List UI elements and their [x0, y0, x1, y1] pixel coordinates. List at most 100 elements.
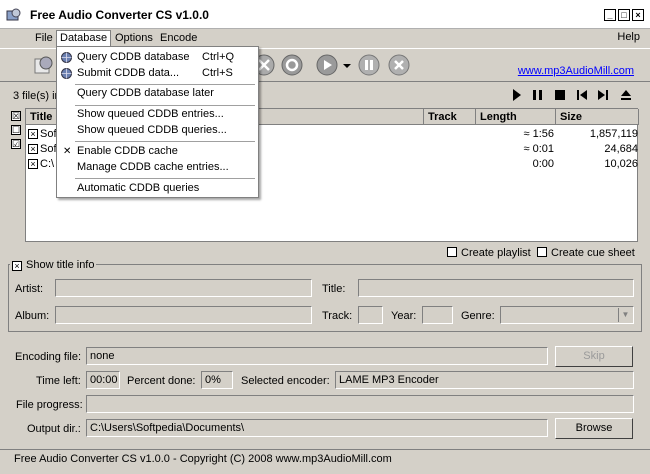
create-playlist-label: Create playlist [461, 247, 531, 259]
play-track-icon[interactable] [510, 88, 524, 102]
globe-icon [61, 52, 72, 63]
menu-item-submit-cddb[interactable]: Submit CDDB data... Ctrl+S [57, 65, 258, 82]
play-dropdown-icon[interactable] [343, 62, 351, 70]
stop-icon[interactable] [387, 53, 411, 77]
file-progress-label: File progress: [16, 399, 83, 411]
column-length[interactable]: Length [476, 109, 556, 125]
menu-item-enable-cache[interactable]: ✕ Enable CDDB cache [57, 143, 258, 160]
uncheck-all-checkbox[interactable]: ☐ [11, 125, 21, 135]
stop-track-icon[interactable] [553, 88, 567, 102]
add-files-icon[interactable] [32, 53, 56, 77]
percent-done-label: Percent done: [127, 375, 196, 387]
app-icon [6, 8, 21, 21]
check-all-checkbox[interactable]: ☒ [11, 111, 21, 121]
year-label: Year: [391, 310, 417, 322]
menu-item-label: Manage CDDB cache entries... [77, 161, 229, 173]
row-length: ≈ 1:56 [523, 128, 554, 140]
row-size: 10,026 [604, 158, 638, 170]
create-cuesheet-checkbox[interactable] [537, 247, 547, 257]
menu-encode[interactable]: Encode [157, 31, 200, 45]
play-icon[interactable] [315, 53, 339, 77]
menu-item-query-later[interactable]: Query CDDB database later [57, 85, 258, 102]
chevron-down-icon[interactable]: ▼ [618, 308, 632, 322]
browse-button[interactable]: Browse [555, 418, 633, 439]
menu-options[interactable]: Options [112, 31, 156, 45]
percent-done-field: 0% [201, 371, 233, 389]
row-title: Sof [40, 128, 57, 140]
pause-icon[interactable] [357, 53, 381, 77]
menu-item-queued-queries[interactable]: Show queued CDDB queries... [57, 122, 258, 139]
window-title: Free Audio Converter CS v1.0.0 [30, 8, 209, 22]
row-title: Sof [40, 143, 57, 155]
time-left-field: 00:00 [86, 371, 120, 389]
genre-label: Genre: [461, 310, 495, 322]
column-size[interactable]: Size [556, 109, 639, 125]
output-dir-label: Output dir.: [27, 423, 81, 435]
database-menu: Query CDDB database Ctrl+Q Submit CDDB d… [56, 46, 259, 198]
settings-gear-icon[interactable] [280, 53, 304, 77]
artist-field[interactable] [55, 279, 312, 297]
checkmark-icon: ✕ [63, 146, 72, 157]
row-size: 1,857,119 [589, 128, 638, 140]
create-playlist-option[interactable]: Create playlist [447, 247, 531, 259]
website-link[interactable]: www.mp3AudioMill.com [518, 65, 634, 77]
encoding-file-field: none [86, 347, 548, 365]
menu-item-queued-entries[interactable]: Show queued CDDB entries... [57, 106, 258, 123]
file-progress-bar [86, 395, 634, 413]
menu-item-manage-cache[interactable]: Manage CDDB cache entries... [57, 159, 258, 176]
row-checkbox[interactable]: × [28, 129, 38, 139]
status-text: Free Audio Converter CS v1.0.0 - Copyrig… [14, 453, 392, 465]
year-field[interactable] [422, 306, 453, 324]
status-bar: Free Audio Converter CS v1.0.0 - Copyrig… [0, 449, 650, 469]
genre-select[interactable]: ▼ [500, 306, 634, 324]
menu-item-label: Automatic CDDB queries [77, 182, 200, 194]
album-label: Album: [15, 310, 50, 322]
menu-file[interactable]: File [32, 31, 56, 45]
row-length: ≈ 0:01 [523, 143, 554, 155]
title-bar: Free Audio Converter CS v1.0.0 _ □ × [0, 0, 650, 29]
minimize-button[interactable]: _ [604, 9, 616, 21]
show-title-info-label: Show title info [26, 259, 95, 271]
menu-database[interactable]: Database [56, 30, 112, 47]
track-field[interactable] [358, 306, 383, 324]
menu-item-label: Query CDDB database [77, 51, 190, 63]
close-button[interactable]: × [632, 9, 644, 21]
row-checkbox[interactable]: × [28, 144, 38, 154]
row-size: 24,684 [604, 143, 638, 155]
output-dir-field[interactable]: C:\Users\Softpedia\Documents\ [86, 419, 548, 437]
track-label: Track: [322, 310, 353, 322]
menu-item-shortcut: Ctrl+S [202, 67, 233, 79]
selected-encoder-field: LAME MP3 Encoder [335, 371, 634, 389]
menu-item-label: Show queued CDDB entries... [77, 108, 224, 120]
show-title-info-option[interactable]: × Show title info [10, 259, 97, 271]
menu-item-query-cddb[interactable]: Query CDDB database Ctrl+Q [57, 49, 258, 66]
show-title-info-checkbox[interactable]: × [12, 261, 22, 271]
skip-button[interactable]: Skip [555, 346, 633, 367]
artist-label: Artist: [15, 283, 44, 295]
menu-help[interactable]: Help [617, 31, 640, 43]
files-count: 3 file(s) in [13, 90, 61, 102]
create-cuesheet-option[interactable]: Create cue sheet [537, 247, 635, 259]
time-left-label: Time left: [36, 375, 81, 387]
menu-item-label: Show queued CDDB queries... [77, 124, 227, 136]
eject-icon[interactable] [619, 88, 633, 102]
encoding-file-label: Encoding file: [15, 351, 82, 363]
title-field[interactable] [358, 279, 634, 297]
menu-item-label: Enable CDDB cache [77, 145, 178, 157]
menu-item-automatic-queries[interactable]: Automatic CDDB queries [57, 180, 258, 197]
create-playlist-checkbox[interactable] [447, 247, 457, 257]
row-title: C:\ [40, 158, 55, 170]
column-track[interactable]: Track [424, 109, 476, 125]
menu-item-label: Submit CDDB data... [77, 67, 180, 79]
album-field[interactable] [55, 306, 312, 324]
create-cuesheet-label: Create cue sheet [551, 247, 635, 259]
next-track-icon[interactable] [596, 88, 610, 102]
pause-track-icon[interactable] [531, 88, 545, 102]
row-length: 0:00 [532, 158, 554, 170]
menu-item-label: Query CDDB database later [77, 87, 214, 99]
maximize-button[interactable]: □ [618, 9, 630, 21]
menu-bar: File Database Options Encode Help [0, 29, 650, 47]
invert-check-checkbox[interactable]: ☑ [11, 139, 21, 149]
row-checkbox[interactable]: × [28, 159, 38, 169]
previous-track-icon[interactable] [575, 88, 589, 102]
